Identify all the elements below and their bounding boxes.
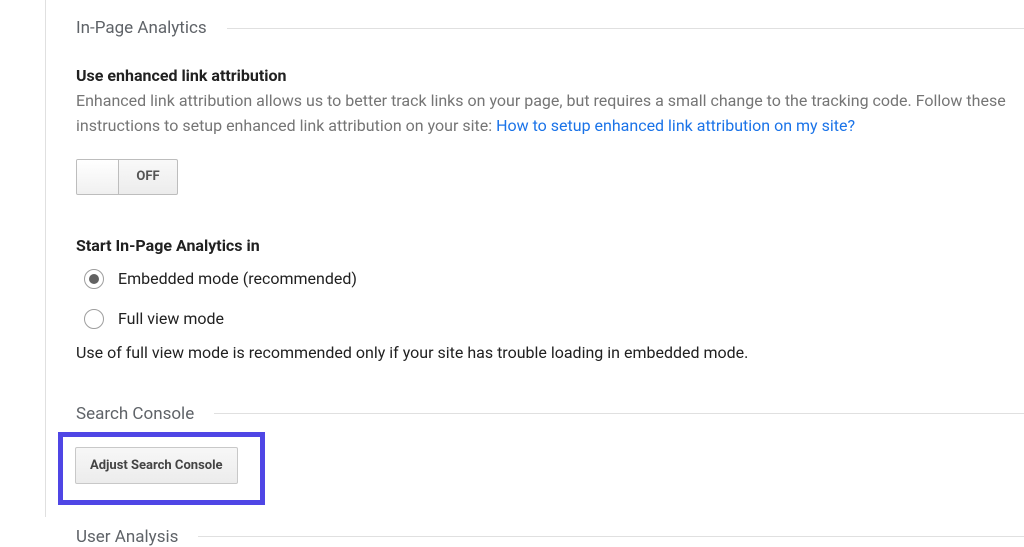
divider-line [198, 536, 1024, 537]
toggle-state-label: OFF [119, 160, 177, 194]
highlight-box: Adjust Search Console [58, 432, 265, 505]
start-in-note: Use of full view mode is recommended onl… [76, 343, 1024, 362]
enhanced-link-description: Enhanced link attribution allows us to b… [76, 89, 1016, 139]
toggle-knob [77, 160, 119, 194]
divider-line [214, 413, 1024, 414]
section-title-text: Search Console [76, 404, 194, 424]
radio-button-icon [84, 269, 104, 289]
enhanced-link-help-link[interactable]: How to setup enhanced link attribution o… [496, 116, 855, 135]
radio-label: Embedded mode (recommended) [118, 269, 357, 288]
start-in-radio-group: Embedded mode (recommended) Full view mo… [76, 269, 1024, 329]
radio-embedded-mode[interactable]: Embedded mode (recommended) [84, 269, 1024, 289]
adjust-search-console-button[interactable]: Adjust Search Console [75, 447, 238, 484]
section-title-text: In-Page Analytics [76, 18, 207, 38]
section-user-analysis: User Analysis [76, 527, 1024, 547]
radio-button-icon [84, 309, 104, 329]
enhanced-link-toggle[interactable]: OFF [76, 159, 178, 195]
section-inpage-analytics: In-Page Analytics [76, 0, 1024, 38]
divider-line [227, 28, 1024, 29]
radio-label: Full view mode [118, 309, 224, 328]
radio-full-view-mode[interactable]: Full view mode [84, 309, 1024, 329]
section-search-console: Search Console [76, 404, 1024, 424]
section-title-text: User Analysis [76, 527, 178, 547]
start-in-heading: Start In-Page Analytics in [76, 236, 1024, 255]
enhanced-link-heading: Use enhanced link attribution [76, 66, 1024, 85]
